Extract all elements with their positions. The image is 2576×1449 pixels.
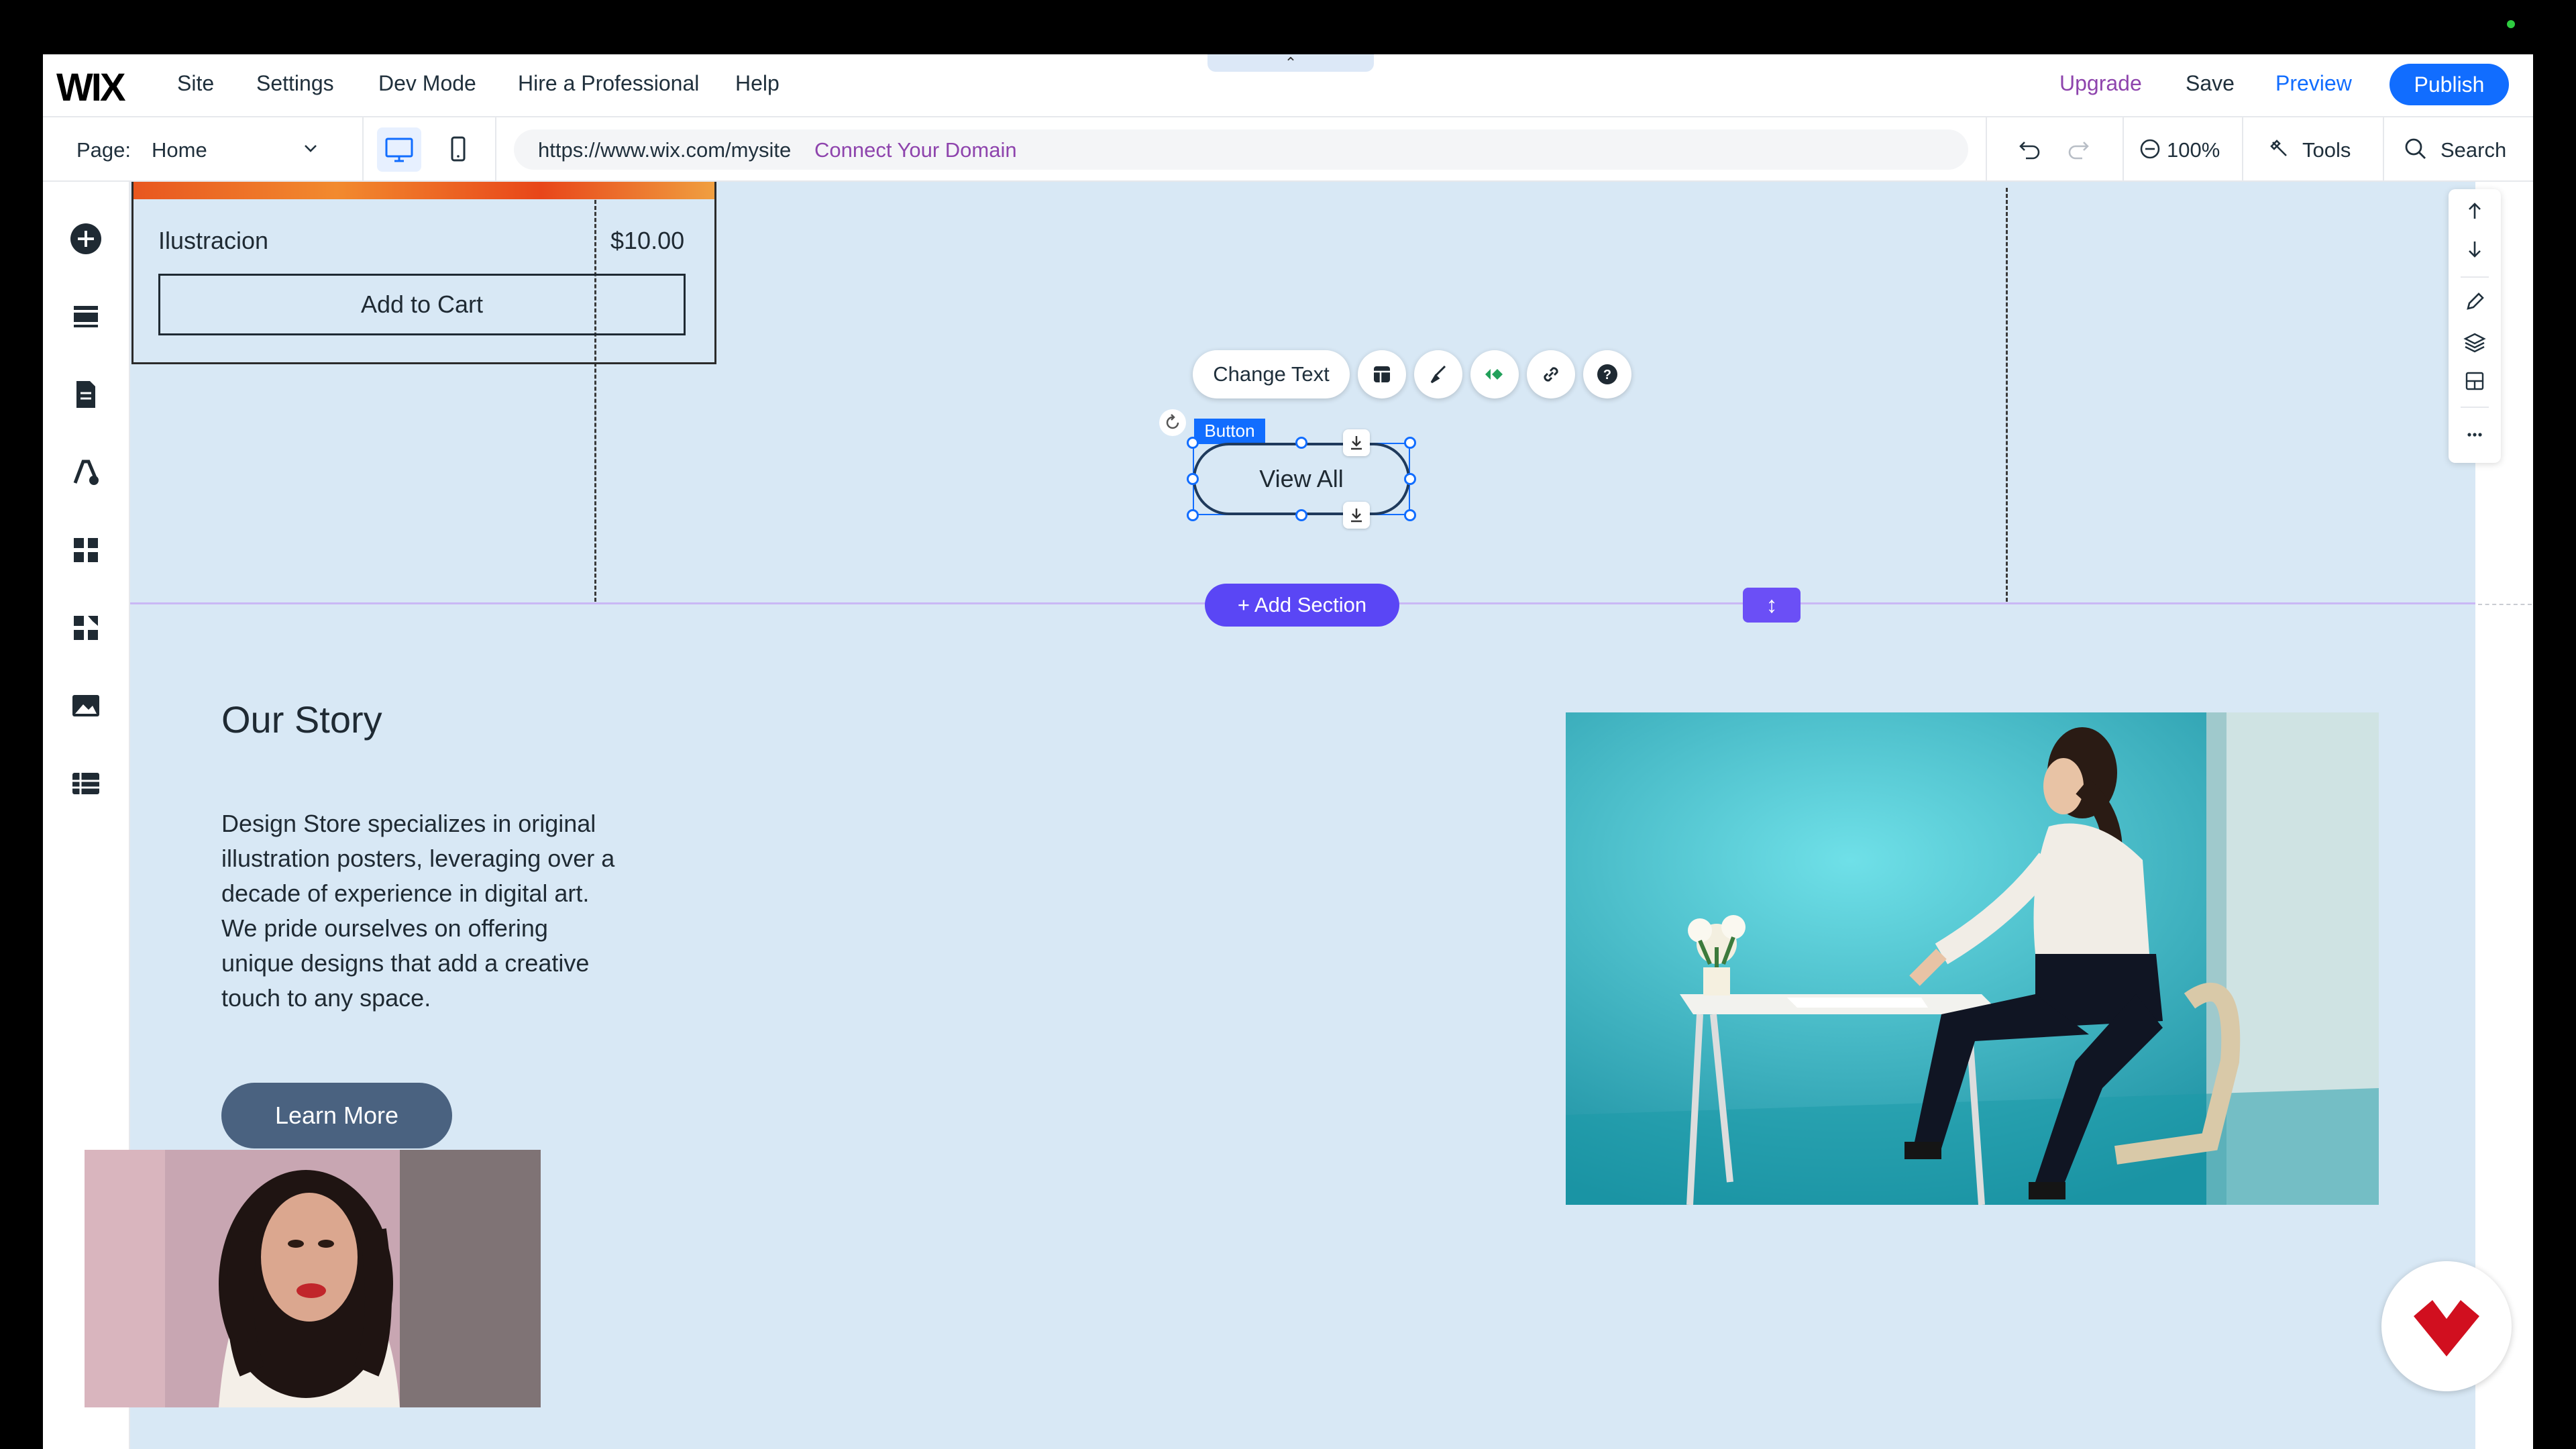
- design-icon[interactable]: [68, 455, 103, 490]
- help-button[interactable]: ?: [1583, 350, 1631, 398]
- resize-handle[interactable]: [1404, 509, 1416, 521]
- status-dot: [2507, 20, 2515, 28]
- resize-handle[interactable]: [1187, 509, 1199, 521]
- tools-icon[interactable]: [2267, 137, 2292, 161]
- resize-handle[interactable]: [1187, 473, 1199, 485]
- layout-grid-icon[interactable]: [2461, 368, 2488, 394]
- learn-more-button[interactable]: Learn More: [221, 1083, 452, 1148]
- story-image[interactable]: [1566, 712, 2379, 1205]
- menu-help[interactable]: Help: [735, 71, 780, 96]
- desktop-view-button[interactable]: [377, 127, 421, 172]
- sections-icon[interactable]: [68, 299, 103, 334]
- help-icon: ?: [1597, 364, 1617, 384]
- link-button[interactable]: [1527, 350, 1575, 398]
- product-name: Ilustracion: [158, 227, 269, 254]
- resize-handle[interactable]: [1404, 473, 1416, 485]
- apps-icon[interactable]: [68, 533, 103, 568]
- divider: [1986, 117, 1987, 182]
- zoom-level[interactable]: 100%: [2167, 138, 2220, 162]
- section-guide: [2478, 604, 2532, 605]
- divider: [2242, 117, 2243, 182]
- menu-site[interactable]: Site: [177, 71, 214, 96]
- product-price: $10.00: [610, 227, 685, 254]
- edit-icon[interactable]: [2461, 288, 2488, 315]
- chevron-down-icon[interactable]: [301, 138, 321, 158]
- selection-type-tag: Button: [1194, 419, 1265, 443]
- screen-edge: [2533, 54, 2576, 1449]
- section-title[interactable]: Our Story: [221, 698, 382, 741]
- tools-button[interactable]: Tools: [2302, 138, 2351, 162]
- divider: [362, 117, 364, 182]
- anchor-bottom-button[interactable]: [1343, 502, 1370, 529]
- cms-icon[interactable]: [68, 766, 103, 801]
- arrow-up-icon[interactable]: [2461, 197, 2488, 224]
- media-icon[interactable]: [68, 688, 103, 723]
- layout-button[interactable]: [1358, 350, 1406, 398]
- view-all-button[interactable]: View All: [1193, 443, 1410, 515]
- presenter-video: [85, 1150, 541, 1407]
- redo-icon[interactable]: [2065, 136, 2092, 162]
- add-section-label: Add Section: [1254, 593, 1367, 616]
- search-icon[interactable]: [2403, 136, 2428, 162]
- change-text-button[interactable]: Change Text: [1193, 350, 1350, 398]
- resize-handle[interactable]: [1295, 437, 1307, 449]
- collapse-toolbar-tab[interactable]: ⌃: [1208, 54, 1374, 72]
- save-button[interactable]: Save: [2186, 71, 2235, 96]
- divider: [2123, 117, 2124, 182]
- design-button[interactable]: [1414, 350, 1462, 398]
- dock-icon: [1351, 508, 1362, 523]
- link-icon: [1544, 367, 1558, 382]
- divider: [2461, 407, 2489, 408]
- menu-settings[interactable]: Settings: [256, 71, 334, 96]
- arrow-down-icon[interactable]: [2461, 236, 2488, 263]
- desktop-icon: [385, 138, 413, 162]
- resize-handle[interactable]: [1404, 437, 1416, 449]
- undo-icon[interactable]: [2017, 136, 2043, 162]
- dock-icon: [1351, 436, 1362, 450]
- anchor-top-button[interactable]: [1343, 429, 1370, 456]
- zoom-out-icon[interactable]: [2139, 138, 2161, 160]
- mobile-icon: [451, 136, 466, 162]
- wix-logo[interactable]: WIX: [56, 65, 126, 110]
- brand-badge[interactable]: [2381, 1261, 2512, 1391]
- divider: [495, 117, 496, 182]
- add-icon[interactable]: [68, 221, 103, 256]
- rotate-icon[interactable]: [1159, 409, 1186, 436]
- connect-domain-link[interactable]: Connect Your Domain: [814, 138, 1017, 162]
- section-resize-handle[interactable]: ↕: [1743, 588, 1801, 623]
- divider: [2383, 117, 2384, 182]
- add-section-button[interactable]: + Add Section: [1205, 584, 1399, 627]
- mobile-view-button[interactable]: [443, 127, 474, 172]
- search-button[interactable]: Search: [2440, 138, 2506, 162]
- heart-logo-icon: [2414, 1300, 2479, 1356]
- preview-button[interactable]: Preview: [2275, 71, 2352, 96]
- layers-icon[interactable]: [2461, 329, 2488, 356]
- menu-hire-professional[interactable]: Hire a Professional: [518, 71, 699, 96]
- add-to-cart-button[interactable]: Add to Cart: [158, 274, 686, 335]
- business-apps-icon[interactable]: [68, 610, 103, 645]
- layout-icon: [1374, 366, 1390, 382]
- upgrade-link[interactable]: Upgrade: [2059, 71, 2142, 96]
- animation-icon: [1485, 369, 1503, 380]
- woman-writing-photo: [1566, 712, 2379, 1205]
- more-icon[interactable]: [2461, 421, 2488, 448]
- grid-guide: [2006, 188, 2008, 602]
- svg-text:?: ?: [1603, 368, 1611, 382]
- product-card[interactable]: [131, 182, 716, 364]
- story-paragraph[interactable]: Design Store specializes in original ill…: [221, 806, 624, 1016]
- divider: [2461, 276, 2489, 278]
- pages-icon[interactable]: [68, 377, 103, 412]
- page-label: Page:: [76, 138, 131, 162]
- site-url: https://www.wix.com/mysite: [538, 138, 792, 162]
- menu-dev-mode[interactable]: Dev Mode: [378, 71, 476, 96]
- plus-icon: +: [1237, 593, 1250, 616]
- resize-handle[interactable]: [1295, 509, 1307, 521]
- page-selector[interactable]: Home: [152, 138, 207, 162]
- animation-button[interactable]: [1470, 350, 1519, 398]
- webcam-overlay: [85, 1150, 541, 1407]
- brush-icon: [1430, 365, 1446, 384]
- resize-handle[interactable]: [1187, 437, 1199, 449]
- publish-button[interactable]: Publish: [2390, 64, 2509, 105]
